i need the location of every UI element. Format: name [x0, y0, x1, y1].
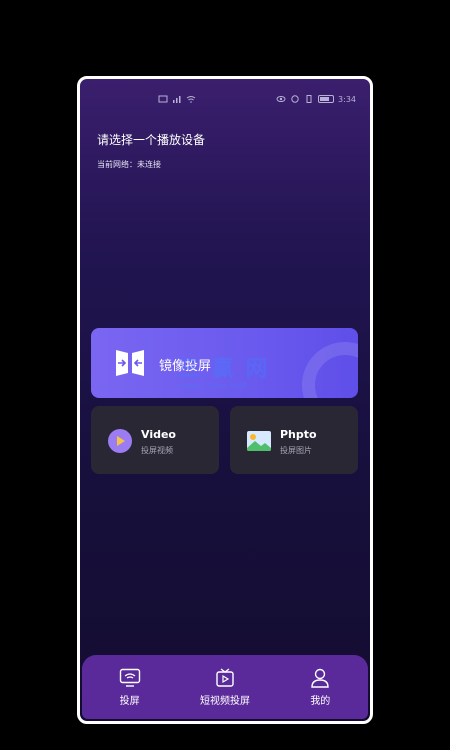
mirror-cast-button[interactable]: 镜像投屏 [91, 328, 358, 398]
photo-title: Phpto [280, 428, 317, 441]
tab-cast[interactable]: 投屏 [90, 668, 170, 707]
tab-cast-label: 投屏 [119, 695, 140, 707]
mirror-cast-label: 镜像投屏 [159, 359, 212, 374]
page-title: 请选择一个播放设备 [97, 133, 206, 147]
image-icon [247, 431, 271, 451]
status-time: 3:34 [338, 94, 356, 104]
network-status: 当前网络：未连接 [97, 160, 161, 169]
tv-play-icon [216, 667, 234, 687]
tab-short-video-label: 短视频投屏 [199, 695, 250, 707]
vibrate-icon [306, 95, 312, 103]
alarm-icon [291, 95, 299, 103]
phone-screen: 3:34 请选择一个播放设备 当前网络：未连接 镜像投屏 Video 投屏视频 … [77, 76, 373, 724]
video-title: Video [141, 428, 176, 441]
photo-cast-button[interactable]: Phpto 投屏图片 [230, 406, 358, 474]
user-icon [311, 668, 330, 688]
status-left [158, 95, 196, 103]
sim-icon [158, 95, 168, 103]
eye-icon [276, 96, 286, 102]
play-icon [108, 429, 132, 453]
status-right: 3:34 [276, 95, 356, 104]
status-bar: 3:34 [80, 93, 370, 105]
battery-icon [318, 95, 335, 103]
signal-icon [173, 96, 181, 103]
video-cast-button[interactable]: Video 投屏视频 [91, 406, 219, 474]
decorative-ring [302, 342, 358, 398]
tab-mine[interactable]: 我的 [280, 668, 360, 707]
wifi-icon [186, 96, 196, 103]
tab-short-video[interactable]: 短视频投屏 [185, 667, 265, 707]
tab-mine-label: 我的 [310, 695, 331, 707]
mirror-screen-icon [116, 350, 144, 376]
photo-subtitle: 投屏图片 [280, 446, 312, 455]
cast-icon [119, 668, 140, 687]
video-subtitle: 投屏视频 [141, 446, 173, 455]
bottom-tab-bar: 投屏 短视频投屏 我的 [82, 655, 368, 719]
